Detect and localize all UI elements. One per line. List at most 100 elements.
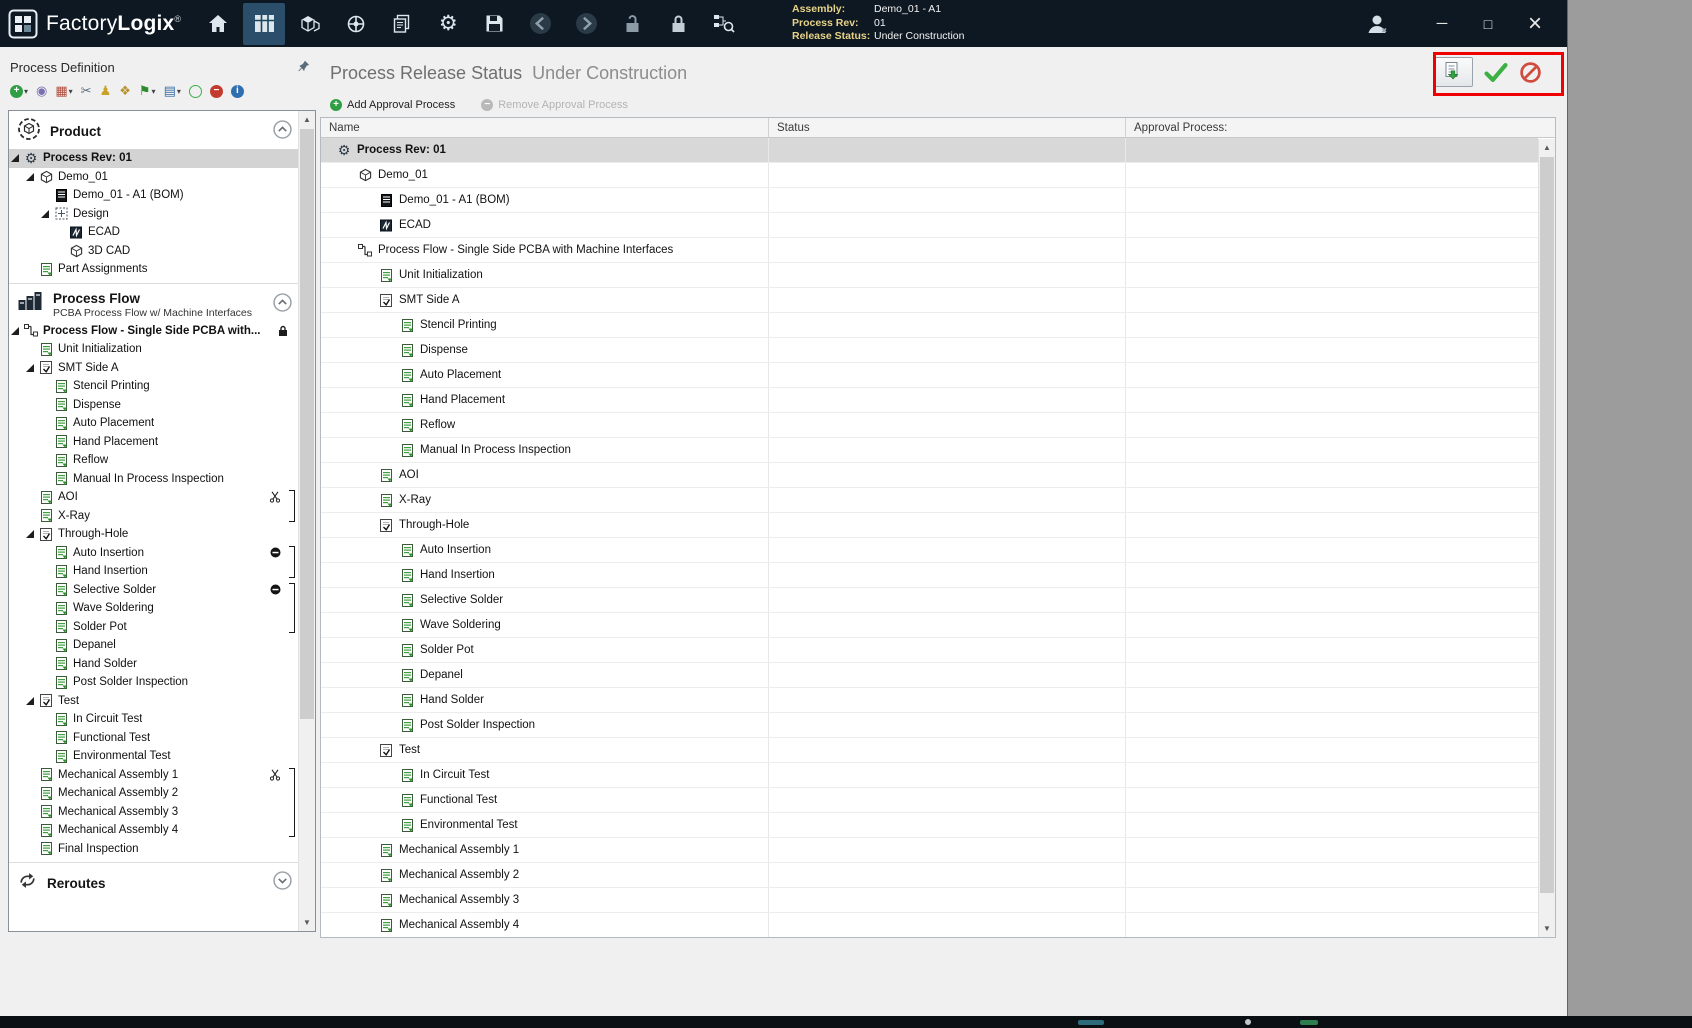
product-tree-item-demo-01-a1-bom[interactable]: Demo_01 - A1 (BOM) — [9, 186, 298, 205]
release-row-ecad[interactable]: ECAD — [321, 213, 1538, 238]
flow-tree-item-test[interactable]: Test — [9, 692, 298, 711]
minimize-button[interactable]: ─ — [1419, 0, 1465, 47]
tree-vertical-scrollbar[interactable]: ▲ ▼ — [298, 111, 315, 931]
add-item-icon[interactable]: +▾ — [10, 85, 28, 98]
table-vertical-scrollbar[interactable]: ▲ ▼ — [1538, 139, 1555, 937]
release-row-hand-placement[interactable]: Hand Placement — [321, 388, 1538, 413]
flow-tree-item-post-solder-inspection[interactable]: Post Solder Inspection — [9, 673, 298, 692]
release-row-demo-01[interactable]: Demo_01 — [321, 163, 1538, 188]
release-row-auto-insertion[interactable]: Auto Insertion — [321, 538, 1538, 563]
flow-tree-item-in-circuit-test[interactable]: In Circuit Test — [9, 710, 298, 729]
release-row-manual-in-process-inspection[interactable]: Manual In Process Inspection — [321, 438, 1538, 463]
release-row-wave-soldering[interactable]: Wave Soldering — [321, 613, 1538, 638]
scroll-up-button[interactable]: ▲ — [299, 111, 315, 128]
deactivate-icon[interactable]: − — [210, 85, 223, 98]
release-row-depanel[interactable]: Depanel — [321, 663, 1538, 688]
certification-icon[interactable]: ❖ — [119, 83, 131, 99]
flow-tree-item-mechanical-assembly-1[interactable]: Mechanical Assembly 1 — [9, 766, 298, 785]
release-row-dispense[interactable]: Dispense — [321, 338, 1538, 363]
flow-tree-item-smt-side-a[interactable]: SMT Side A — [9, 359, 298, 378]
flow-tree-item-stencil-printing[interactable]: Stencil Printing — [9, 377, 298, 396]
release-row-solder-pot[interactable]: Solder Pot — [321, 638, 1538, 663]
info-icon[interactable]: i — [231, 85, 244, 98]
release-row-demo-01-a1-bom[interactable]: Demo_01 - A1 (BOM) — [321, 188, 1538, 213]
release-row-reflow[interactable]: Reflow — [321, 413, 1538, 438]
library-icon[interactable]: ▤▾ — [164, 83, 181, 99]
nav-unlock-icon[interactable] — [611, 3, 653, 45]
process-search-icon[interactable] — [703, 3, 745, 45]
flow-tree-item-reflow[interactable]: Reflow — [9, 451, 298, 470]
flow-tree-item-depanel[interactable]: Depanel — [9, 636, 298, 655]
flow-tree-item-dispense[interactable]: Dispense — [9, 396, 298, 415]
activate-icon[interactable] — [189, 85, 202, 98]
pin-icon[interactable] — [298, 60, 310, 75]
product-tree-item-part-assignments[interactable]: Part Assignments — [9, 260, 298, 279]
release-row-mechanical-assembly-4[interactable]: Mechanical Assembly 4 — [321, 913, 1538, 937]
back-icon[interactable] — [519, 3, 561, 45]
nav-lock-icon[interactable] — [657, 3, 699, 45]
maximize-button[interactable]: □ — [1465, 0, 1511, 47]
release-row-selective-solder[interactable]: Selective Solder — [321, 588, 1538, 613]
release-row-process-rev-01[interactable]: ⚙Process Rev: 01 — [321, 138, 1538, 163]
expand-down-icon[interactable] — [273, 871, 292, 895]
expander-icon[interactable] — [26, 530, 37, 538]
process-grid-icon[interactable] — [243, 3, 285, 45]
release-row-stencil-printing[interactable]: Stencil Printing — [321, 313, 1538, 338]
settings-icon[interactable]: ⚙ — [427, 3, 469, 45]
release-row-x-ray[interactable]: X-Ray — [321, 488, 1538, 513]
flow-tree-item-hand-solder[interactable]: Hand Solder — [9, 655, 298, 674]
forward-icon[interactable] — [565, 3, 607, 45]
flow-tree-item-hand-insertion[interactable]: Hand Insertion — [9, 562, 298, 581]
release-row-functional-test[interactable]: Functional Test — [321, 788, 1538, 813]
flow-tree-item-aoi[interactable]: AOI — [9, 488, 298, 507]
copy-process-icon[interactable]: ◉ — [36, 83, 47, 99]
remove-approval-process-button[interactable]: − Remove Approval Process — [481, 99, 628, 111]
expander-icon[interactable] — [26, 173, 37, 181]
expander-icon[interactable] — [26, 697, 37, 705]
flow-tree-item-auto-insertion[interactable]: Auto Insertion — [9, 544, 298, 563]
release-row-auto-placement[interactable]: Auto Placement — [321, 363, 1538, 388]
column-header-status[interactable]: Status — [769, 118, 1126, 137]
release-row-post-solder-inspection[interactable]: Post Solder Inspection — [321, 713, 1538, 738]
release-row-in-circuit-test[interactable]: In Circuit Test — [321, 763, 1538, 788]
materials-icon[interactable] — [289, 3, 331, 45]
release-row-smt-side-a[interactable]: SMT Side A — [321, 288, 1538, 313]
scroll-down-button[interactable]: ▼ — [1539, 920, 1555, 937]
release-row-hand-insertion[interactable]: Hand Insertion — [321, 563, 1538, 588]
flow-tree-item-manual-in-process-inspection[interactable]: Manual In Process Inspection — [9, 470, 298, 489]
flow-tree-item-selective-solder[interactable]: Selective Solder — [9, 581, 298, 600]
collapse-up-icon[interactable] — [273, 293, 292, 317]
release-row-mechanical-assembly-1[interactable]: Mechanical Assembly 1 — [321, 838, 1538, 863]
taskbar[interactable] — [0, 1016, 1692, 1028]
flow-tree-item-mechanical-assembly-2[interactable]: Mechanical Assembly 2 — [9, 784, 298, 803]
release-row-process-flow-single-side-pcba-with-machine-interfaces[interactable]: Process Flow - Single Side PCBA with Mac… — [321, 238, 1538, 263]
scroll-thumb[interactable] — [1540, 157, 1554, 893]
product-tree-item-design[interactable]: Design — [9, 205, 298, 224]
flow-tree-item-functional-test[interactable]: Functional Test — [9, 729, 298, 748]
flow-tree-item-solder-pot[interactable]: Solder Pot — [9, 618, 298, 637]
release-row-mechanical-assembly-2[interactable]: Mechanical Assembly 2 — [321, 863, 1538, 888]
scroll-thumb[interactable] — [300, 129, 314, 719]
collapse-up-icon[interactable] — [273, 120, 292, 144]
flag-icon[interactable]: ⚑▾ — [139, 83, 156, 99]
expander-icon[interactable] — [11, 154, 22, 162]
flow-tree-item-mechanical-assembly-4[interactable]: Mechanical Assembly 4 — [9, 821, 298, 840]
dispatch-icon[interactable] — [335, 3, 377, 45]
scroll-up-button[interactable]: ▲ — [1539, 139, 1555, 156]
release-row-test[interactable]: Test — [321, 738, 1538, 763]
import-export-icon[interactable]: ▦▾ — [55, 83, 72, 99]
product-tree-item-3d-cad[interactable]: 3D CAD — [9, 242, 298, 261]
product-tree-item-process-rev-01[interactable]: ⚙Process Rev: 01 — [9, 149, 298, 168]
flow-tree-item-final-inspection[interactable]: Final Inspection — [9, 840, 298, 859]
section-product[interactable]: Product — [9, 114, 298, 149]
flow-tree-item-wave-soldering[interactable]: Wave Soldering — [9, 599, 298, 618]
column-header-approval-process[interactable]: Approval Process: — [1126, 118, 1555, 137]
flow-tree-item-unit-initialization[interactable]: Unit Initialization — [9, 340, 298, 359]
close-button[interactable]: × — [1511, 0, 1559, 47]
column-header-name[interactable]: Name — [321, 118, 769, 137]
operator-icon[interactable]: ♟ — [100, 83, 112, 99]
user-icon[interactable] — [1357, 3, 1397, 45]
expander-icon[interactable] — [11, 327, 22, 335]
flow-tree-item-process-flow-single-side-pcba-with[interactable]: Process Flow - Single Side PCBA with... — [9, 322, 298, 341]
release-row-hand-solder[interactable]: Hand Solder — [321, 688, 1538, 713]
